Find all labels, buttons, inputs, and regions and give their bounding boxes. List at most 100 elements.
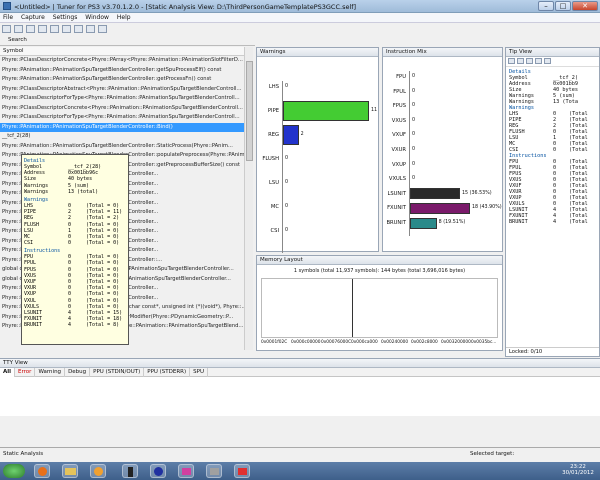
refresh-icon[interactable]: [50, 25, 59, 33]
app-icon-7[interactable]: [206, 464, 222, 478]
memory-summary: 1 symbols (total 11,937 symbols): 144 by…: [293, 268, 466, 274]
info-row: BRUNIT 4 (Total = 8): [24, 322, 126, 328]
menu-settings[interactable]: Settings: [50, 13, 81, 22]
symbol-row[interactable]: Phyre::PClassDescriptorForType<Phyre::PA…: [0, 94, 244, 104]
bar-label: FLUSH: [262, 156, 279, 162]
capture-icon[interactable]: [38, 25, 47, 33]
symbol-row[interactable]: Phyre::PAnimation::PAnimationSpuTargetBl…: [0, 122, 244, 132]
symbol-row[interactable]: Phyre::PClassDescriptorAbstract<Phyre::P…: [0, 85, 244, 95]
tty-tab-all[interactable]: All: [0, 368, 16, 377]
open-icon[interactable]: [14, 25, 23, 33]
globe-icon[interactable]: [150, 464, 166, 478]
tip-locked-status: Locked: 0/10: [506, 347, 599, 356]
memory-axis-tick: 0x003200000: [441, 340, 471, 345]
filter-icon[interactable]: [86, 25, 95, 33]
tip-view-toolbar: [506, 57, 599, 67]
symbol-row[interactable]: Phyre::PAnimation::PAnimationSpuTargetBl…: [0, 75, 244, 85]
symbol-row[interactable]: Phyre::PAnimation::PAnimationSpuTargetBl…: [0, 66, 244, 76]
bar-label: LSU: [269, 180, 279, 186]
info-key: LSU: [24, 227, 34, 234]
info-key: FXUNIT: [24, 316, 43, 323]
info-key: FPUL: [24, 260, 37, 267]
clock-date: 30/01/2012: [562, 470, 594, 476]
info-value: 0: [553, 147, 557, 153]
info-row: Warnings 13 (total): [24, 189, 126, 195]
symbol-row[interactable]: Phyre::PClassDescriptorConcrete<Phyre::P…: [0, 104, 244, 114]
warnings-panel: Warnings LHS 0 PIPE 11 REG 2 FLUSH 0 LSU 0 MC 0 CSI 0: [256, 47, 379, 253]
scroll-thumb[interactable]: [246, 61, 253, 161]
tty-tab-ppu-stdin-out-[interactable]: PPU (STDIN/OUT): [90, 368, 145, 377]
bar-pipe[interactable]: [283, 101, 369, 121]
close-button[interactable]: ✕: [572, 1, 598, 11]
analyze-icon[interactable]: [62, 25, 71, 33]
copy-icon[interactable]: [517, 58, 524, 64]
info-key: Size: [24, 176, 37, 183]
bar-value: 0: [285, 180, 289, 185]
symbol-column-header[interactable]: Symbol: [0, 47, 244, 56]
info-total: (Total: [569, 147, 588, 153]
info-value: 4: [68, 322, 72, 329]
bar-value: 0: [285, 204, 289, 209]
bar-label: FPUL: [393, 88, 406, 95]
menu-window[interactable]: Window: [82, 13, 112, 22]
tty-tabs: All Error Warning Debug PPU (STDIN/OUT) PPU (…: [0, 368, 600, 377]
start-button-icon[interactable]: [3, 464, 25, 478]
tty-tab-warning[interactable]: Warning: [35, 368, 66, 377]
tuner-app-icon[interactable]: [122, 464, 138, 478]
explorer-icon[interactable]: [62, 464, 78, 478]
info-key: Warnings: [509, 99, 534, 105]
symbol-row[interactable]: Phyre::PClassDescriptorConcrete<Phyre::P…: [0, 56, 244, 66]
bar-value: 0: [412, 176, 416, 182]
symbol-row[interactable]: Phyre::PAnimation::PAnimationSpuTargetBl…: [0, 142, 244, 152]
memory-symbol-marker: [352, 279, 353, 337]
search-bar[interactable]: Search: [0, 35, 255, 46]
menu-capture[interactable]: Capture: [18, 13, 48, 22]
tip-view-panel: Tip View Details Symbol __tcf_2(Address 0x0…: [505, 47, 600, 357]
symbol-row[interactable]: Phyre::PClassDescriptorForType<Phyre::PA…: [0, 113, 244, 123]
instruction-mix-title: Instruction Mix: [383, 48, 502, 57]
tty-tab-debug[interactable]: Debug: [65, 368, 91, 377]
font-icon[interactable]: [526, 58, 533, 64]
maximize-button[interactable]: □: [555, 1, 571, 11]
info-row: CSI 0 (Total: [509, 147, 596, 153]
menu-help[interactable]: Help: [114, 13, 134, 22]
bar-lsunit[interactable]: [410, 188, 460, 200]
info-key: BRUNIT: [509, 219, 528, 225]
edit-icon[interactable]: [535, 58, 542, 64]
bar-value: 0: [412, 88, 416, 94]
memory-plot[interactable]: [261, 278, 498, 338]
media-player-icon[interactable]: [90, 464, 106, 478]
app-icon-8[interactable]: [234, 464, 250, 478]
clock[interactable]: 23:22 30/01/2012: [560, 464, 596, 476]
tty-tab-spu[interactable]: SPU: [190, 368, 208, 377]
app-window: <Untitled> | Tuner for PS3 v3.70.1.2.0 -…: [0, 0, 600, 462]
bar-value: 11: [371, 108, 378, 113]
save-icon[interactable]: [26, 25, 35, 33]
menu-file[interactable]: File: [0, 13, 16, 22]
tty-tab-ppu-stderr-[interactable]: PPU (STDERR): [144, 368, 191, 377]
tip-view-content: Details Symbol __tcf_2(Address 0x001bb9 Size…: [506, 67, 599, 227]
info-key: CSI: [509, 147, 519, 153]
memory-axis-tick: 0x000c00000: [291, 340, 321, 345]
chart-icon[interactable]: [74, 25, 83, 33]
bar-value: 8 (19.51%): [438, 220, 466, 225]
bar-brunit[interactable]: [410, 217, 437, 229]
tty-tab-error[interactable]: Error: [15, 368, 36, 377]
minimize-button[interactable]: –: [538, 1, 554, 11]
info-value: 13 (total): [68, 188, 99, 195]
app-icon-6[interactable]: [178, 464, 194, 478]
symbol-row[interactable]: __tcf_2(28): [0, 132, 244, 142]
bar-value: 0: [412, 161, 416, 167]
grid-icon[interactable]: [544, 58, 551, 64]
info-key: Warnings: [24, 182, 49, 189]
new-icon[interactable]: [2, 25, 11, 33]
firefox-icon[interactable]: [34, 464, 50, 478]
bar-fxunit[interactable]: [410, 202, 470, 214]
options-icon[interactable]: [98, 25, 107, 33]
symbol-scrollbar[interactable]: [244, 47, 253, 350]
bar-label: VXUS: [391, 117, 406, 124]
pin-icon[interactable]: [508, 58, 515, 64]
bar-reg[interactable]: [283, 125, 299, 145]
bar-label: FPUS: [392, 103, 406, 110]
memory-axis-tick: 0x0001f02C: [261, 340, 288, 345]
